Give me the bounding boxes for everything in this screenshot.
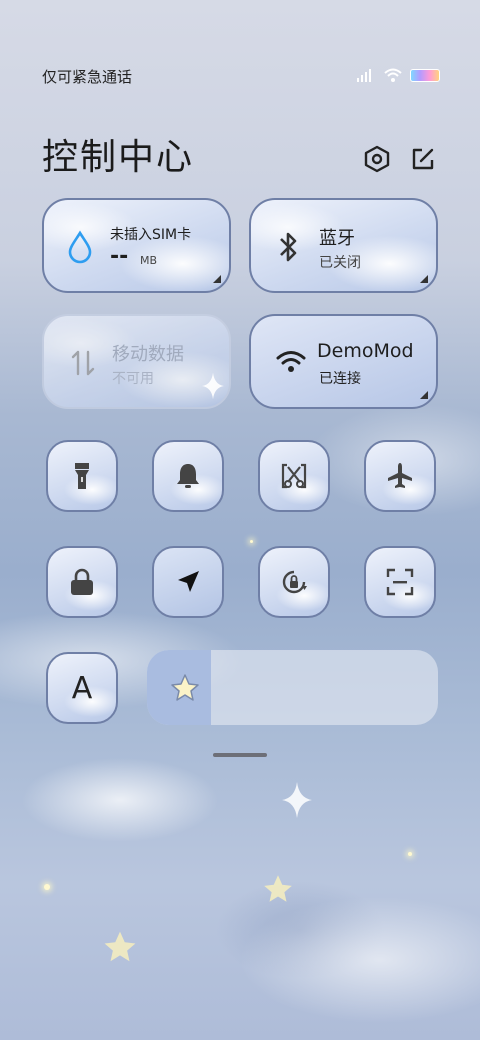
wifi-status: 已连接 [319, 371, 361, 387]
scan-toggle[interactable] [364, 546, 436, 618]
wifi-status-icon [384, 68, 402, 82]
expand-corner-icon [420, 275, 428, 283]
lock-toggle[interactable] [46, 546, 118, 618]
mobile-data-label: 移动数据 [112, 344, 184, 365]
star-decoration-icon [264, 875, 292, 902]
location-toggle[interactable] [152, 546, 224, 618]
data-arrows-icon [71, 350, 95, 376]
scissors-icon [281, 463, 307, 489]
wifi-tile[interactable]: DemoMod 已连接 [249, 314, 438, 409]
water-drop-icon [68, 230, 92, 264]
sparkle-decoration-icon [202, 372, 224, 400]
wifi-network-label: DemoMod [317, 340, 414, 362]
data-usage-unit: MB [140, 254, 158, 267]
wifi-icon [276, 351, 306, 372]
sim-status-label: 未插入SIM卡 [110, 227, 192, 243]
location-arrow-icon [178, 571, 199, 592]
star-icon [171, 674, 199, 701]
brightness-slider[interactable] [147, 650, 438, 725]
data-usage-value: -- [110, 244, 129, 269]
bluetooth-tile[interactable]: 蓝牙 已关闭 [249, 198, 438, 293]
signal-icon [357, 69, 371, 82]
sparkle-decoration [44, 884, 50, 890]
bluetooth-label: 蓝牙 [319, 228, 355, 249]
rotation-lock-icon [282, 570, 307, 594]
sparkle-decoration-icon [282, 782, 312, 818]
ringer-toggle[interactable] [152, 440, 224, 512]
hexagon-settings-icon[interactable] [362, 144, 392, 174]
home-handle[interactable] [213, 753, 267, 757]
scan-icon [386, 568, 414, 596]
flashlight-toggle[interactable] [46, 440, 118, 512]
sparkle-decoration [250, 540, 253, 543]
status-carrier-text: 仅可紧急通话 [42, 68, 133, 86]
bluetooth-status: 已关闭 [319, 255, 361, 271]
font-size-icon: A [71, 670, 93, 706]
battery-icon [410, 68, 440, 82]
expand-corner-icon [213, 275, 221, 283]
airplane-icon [388, 463, 412, 488]
lock-icon [71, 568, 93, 595]
data-usage-tile[interactable]: 未插入SIM卡 -- MB [42, 198, 231, 293]
screenshot-toggle[interactable] [258, 440, 330, 512]
edit-icon[interactable] [408, 144, 438, 174]
bluetooth-icon [280, 232, 297, 262]
mobile-data-status: 不可用 [112, 371, 154, 387]
star-decoration-icon [104, 931, 136, 962]
font-size-toggle[interactable]: A [46, 652, 118, 724]
airplane-toggle[interactable] [364, 440, 436, 512]
expand-corner-icon [420, 391, 428, 399]
bell-icon [177, 464, 199, 488]
page-title: 控制中心 [42, 137, 195, 178]
rotation-lock-toggle[interactable] [258, 546, 330, 618]
flashlight-icon [75, 463, 89, 489]
sparkle-decoration [408, 852, 412, 856]
status-icons [356, 68, 440, 82]
